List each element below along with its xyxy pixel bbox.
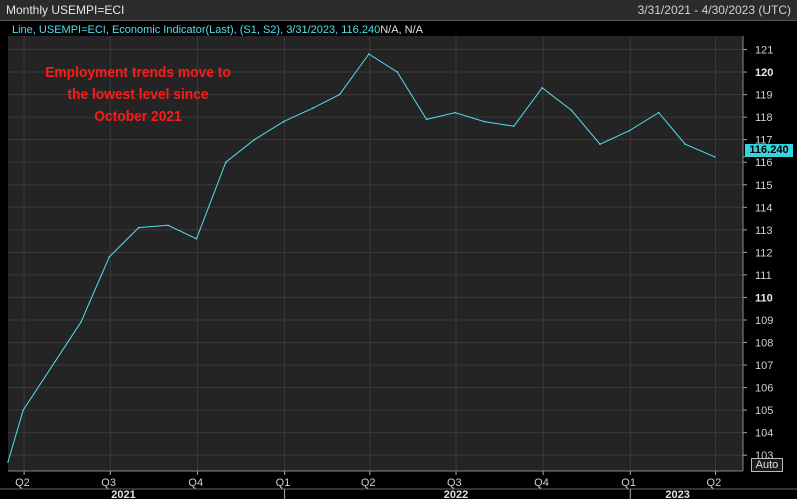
y-tick-label: 114 <box>755 202 773 214</box>
y-tick-label: 116 <box>755 157 773 169</box>
last-value-tag: 116.240 <box>745 144 793 157</box>
data-point <box>512 125 515 127</box>
auto-scale-button[interactable]: Auto <box>751 458 783 472</box>
y-tick-label: 108 <box>755 338 773 350</box>
y-tick-label: 119 <box>755 90 773 102</box>
legend-entry[interactable]: Line, USEMPI=ECI, Economic Indicator(Las… <box>12 24 424 36</box>
data-point <box>483 120 486 123</box>
y-tick-label: 115 <box>755 180 773 192</box>
y-tick-label: 111 <box>755 270 772 282</box>
annotation-line-3: October 2021 <box>94 108 182 125</box>
annotation-line-2: the lowest level since <box>67 86 209 103</box>
data-point <box>425 118 428 121</box>
year-label: 2023 <box>665 489 689 499</box>
y-tick-label: 106 <box>755 383 773 395</box>
data-point <box>22 409 24 411</box>
y-tick-label: 113 <box>755 225 773 237</box>
y-tick-label: 107 <box>755 360 773 372</box>
data-point <box>137 226 140 229</box>
x-tick-label: Q3 <box>101 477 116 489</box>
x-tick-label: Q1 <box>621 477 636 489</box>
y-tick-label: 105 <box>755 405 773 417</box>
x-tick-label: Q2 <box>361 477 376 489</box>
data-point <box>657 111 660 114</box>
data-point <box>570 109 573 112</box>
year-label: 2022 <box>444 489 468 499</box>
y-tick-label: 121 <box>755 45 773 57</box>
data-point <box>396 71 399 73</box>
chart-annotation: Employment trends move to the lowest lev… <box>28 62 249 128</box>
x-tick-label: Q3 <box>447 477 462 489</box>
data-point <box>338 93 341 96</box>
legend-suffix-text: N/A, N/A <box>380 24 423 36</box>
data-point <box>368 53 370 55</box>
y-tick-label: 120 <box>755 67 773 79</box>
y-tick-label: 118 <box>755 112 773 124</box>
data-point <box>713 156 716 158</box>
data-point <box>312 107 314 109</box>
y-tick-label: 109 <box>755 315 773 327</box>
annotation-line-1: Employment trends move to <box>45 64 231 81</box>
data-point <box>225 161 227 164</box>
x-tick-label: Q1 <box>276 477 291 489</box>
data-point <box>108 256 111 258</box>
y-tick-label: 110 <box>755 292 773 304</box>
data-point <box>454 111 456 114</box>
data-point <box>253 138 256 141</box>
data-point <box>7 461 9 463</box>
legend-series-text: Line, USEMPI=ECI, Economic Indicator(Las… <box>12 24 380 36</box>
data-point <box>167 224 169 227</box>
year-label: 2021 <box>111 489 135 499</box>
data-point <box>541 87 544 89</box>
data-point <box>80 321 82 324</box>
y-tick-label: 112 <box>755 247 773 259</box>
data-point <box>628 129 631 132</box>
data-point <box>684 143 687 145</box>
x-tick-label: Q2 <box>15 477 30 489</box>
y-tick-label: 104 <box>755 428 773 440</box>
x-tick-label: Q4 <box>534 477 549 489</box>
data-point <box>195 238 198 240</box>
data-point <box>282 120 285 123</box>
x-tick-label: Q2 <box>707 477 722 489</box>
data-point <box>599 143 601 145</box>
x-tick-label: Q4 <box>188 477 203 489</box>
